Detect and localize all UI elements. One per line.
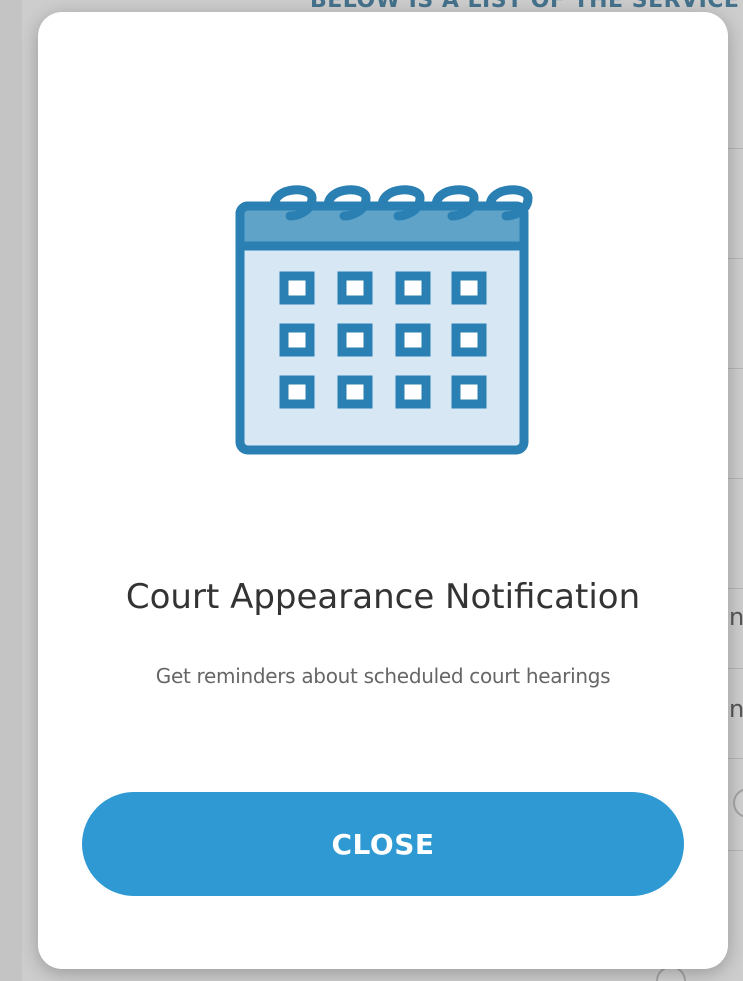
calendar-icon (235, 185, 533, 455)
notification-modal: Court Appearance Notification Get remind… (38, 12, 728, 969)
close-button[interactable]: CLOSE (82, 792, 684, 896)
modal-title: Court Appearance Notification (125, 577, 641, 617)
modal-subtitle: Get reminders about scheduled court hear… (155, 664, 611, 688)
page: BELOW IS A LIST OF THE SERVICE n n Court… (0, 0, 743, 981)
